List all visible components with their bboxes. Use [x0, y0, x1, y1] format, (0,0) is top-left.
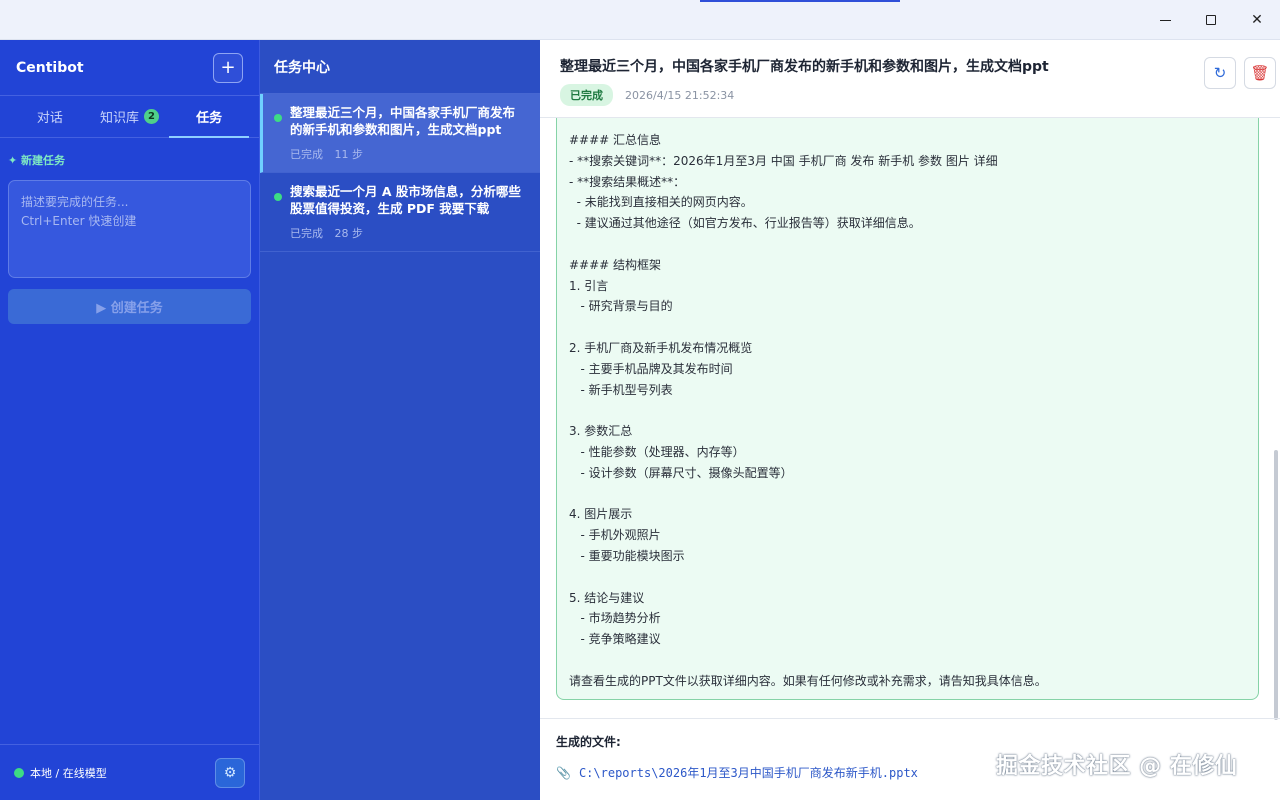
- detail-header: 整理最近三个月，中国各家手机厂商发布的新手机和参数和图片，生成文档ppt 已完成…: [540, 40, 1280, 118]
- content-line: #### 汇总信息: [569, 133, 662, 147]
- status-dot: [274, 193, 282, 201]
- close-icon: ✕: [1251, 12, 1263, 28]
- content-line: [569, 567, 1246, 588]
- sidebar-header: Centibot +: [0, 40, 259, 96]
- detail-title: 整理最近三个月，中国各家手机厂商发布的新手机和参数和图片，生成文档ppt: [560, 59, 1049, 75]
- content-line: 1. 引言: [569, 278, 609, 293]
- maximize-icon: [1206, 15, 1216, 25]
- task-steps: 28 步: [334, 227, 364, 240]
- count-badge: 2: [144, 109, 160, 124]
- content-line: - 重要功能模块图示: [569, 548, 685, 563]
- timestamp: 2026/4/15 21:52:34: [625, 88, 735, 102]
- tab-chat[interactable]: 对话: [10, 96, 90, 137]
- content-line: 5. 结论与建议: [569, 590, 645, 605]
- content-line: - **搜索结果概述**：: [569, 174, 686, 189]
- task-detail-panel: 整理最近三个月，中国各家手机厂商发布的新手机和参数和图片，生成文档ppt 已完成…: [540, 40, 1280, 800]
- plus-icon: +: [220, 57, 236, 78]
- detail-meta: 已完成 2026/4/15 21:52:34: [560, 84, 1260, 106]
- tab-tasks[interactable]: 任务: [169, 96, 249, 138]
- task-steps: 11 步: [334, 148, 364, 161]
- task-description-input[interactable]: 描述要完成的任务... Ctrl+Enter 快速创建: [8, 180, 251, 278]
- paperclip-icon: 📎: [556, 765, 571, 780]
- model-mode-label: 本地 / 在线模型: [30, 766, 107, 780]
- sidebar: Centibot + 对话 知识库 2 任务 ✦ 新建任务 描述要完成的任务...…: [0, 40, 260, 800]
- content-line: - **搜索关键词**：2026年1月至3月 中国 手机厂商 发布 新手机 参数…: [569, 153, 998, 168]
- content-line: 2. 手机厂商及新手机发布情况概览: [569, 340, 753, 355]
- content-line: [569, 400, 1246, 421]
- close-button[interactable]: ✕: [1234, 0, 1280, 40]
- content-line: - 新手机型号列表: [569, 382, 673, 397]
- task-meta: 已完成 28 步: [290, 225, 526, 241]
- online-status-dot: [14, 767, 24, 778]
- status-badge: 已完成: [560, 84, 613, 106]
- task-meta: 已完成 11 步: [290, 146, 526, 162]
- task-title: 搜索最近一个月 A 股市场信息，分析哪些股票值得投资，生成 PDF 我要下载: [290, 184, 521, 216]
- task-status: 已完成: [290, 227, 323, 240]
- content-line: [569, 484, 1246, 505]
- scrollbar-thumb[interactable]: [1274, 450, 1278, 720]
- content-line: 请查看生成的PPT文件以获取详细内容。如果有任何修改或补充需求，请告知我具体信息…: [569, 673, 1047, 688]
- task-status: 已完成: [290, 148, 323, 161]
- create-task-button[interactable]: ▶ 创建任务: [8, 289, 251, 324]
- content-line: - 市场趋势分析: [569, 611, 661, 626]
- content-line: - 竞争策略建议: [569, 632, 661, 647]
- file-path: C:\reports\2026年1月至3月中国手机厂商发布新手机.pptx: [578, 766, 918, 780]
- task-list-item[interactable]: 搜索最近一个月 A 股市场信息，分析哪些股票值得投资，生成 PDF 我要下载 已…: [260, 173, 540, 252]
- content-line: - 性能参数（处理器、内存等）: [569, 444, 745, 459]
- window-titlebar: ✕: [0, 0, 1280, 40]
- tab-label: 对话: [36, 111, 63, 126]
- content-line: [569, 317, 1246, 338]
- tab-label: 知识库: [100, 111, 140, 126]
- sidebar-tabs: 对话 知识库 2 任务: [0, 96, 259, 138]
- tab-knowledge-base[interactable]: 知识库 2: [90, 96, 170, 137]
- sidebar-footer: 本地 / 在线模型 ⚙: [0, 744, 259, 800]
- task-list-item[interactable]: 整理最近三个月，中国各家手机厂商发布的新手机和参数和图片，生成文档ppt 已完成…: [260, 94, 540, 173]
- tab-label: 任务: [196, 111, 223, 126]
- content-line: - 建议通过其他途径（如官方发布、行业报告等）获取详细信息。: [569, 216, 921, 231]
- task-center-title: 任务中心: [260, 40, 540, 94]
- task-title: 整理最近三个月，中国各家手机厂商发布的新手机和参数和图片，生成文档ppt: [290, 105, 516, 137]
- gear-icon: ⚙: [223, 764, 237, 781]
- content-line: 3. 参数汇总: [569, 424, 633, 439]
- maximize-button[interactable]: [1188, 0, 1234, 40]
- trash-icon: 🗑: [1250, 64, 1270, 82]
- content-line: - 主要手机品牌及其发布时间: [569, 361, 733, 376]
- status-dot: [274, 114, 282, 122]
- minimize-button[interactable]: [1142, 0, 1188, 40]
- content-line: #### 结构框架: [569, 257, 662, 272]
- content-line: [569, 234, 1246, 255]
- task-list-panel: 任务中心 整理最近三个月，中国各家手机厂商发布的新手机和参数和图片，生成文档pp…: [260, 40, 540, 800]
- content-line: - 未能找到直接相关的网页内容。: [569, 195, 753, 210]
- delete-button[interactable]: 🗑: [1244, 57, 1276, 89]
- refresh-button[interactable]: ↻: [1204, 57, 1236, 89]
- watermark: 掘金技术社区 @ 在修仙: [996, 754, 1238, 779]
- result-content: #### 汇总信息 - **搜索关键词**：2026年1月至3月 中国 手机厂商 …: [556, 118, 1259, 700]
- content-line: - 研究背景与目的: [569, 299, 673, 314]
- new-task-heading: ✦ 新建任务: [8, 154, 66, 167]
- content-line: - 设计参数（屏幕尺寸、摄像头配置等）: [569, 465, 793, 480]
- content-line: - 手机外观照片: [569, 528, 661, 543]
- content-line: 4. 图片展示: [569, 507, 633, 522]
- refresh-icon: ↻: [1213, 64, 1227, 82]
- placeholder-hint: Ctrl+Enter 快速创建: [21, 214, 137, 228]
- placeholder-line: 描述要完成的任务...: [21, 195, 129, 209]
- new-button[interactable]: +: [213, 52, 243, 83]
- titlebar-accent-line: [700, 0, 900, 2]
- app-name: Centibot: [16, 59, 84, 76]
- minimize-icon: [1159, 19, 1171, 21]
- settings-button[interactable]: ⚙: [215, 757, 245, 788]
- content-line: [569, 650, 1246, 671]
